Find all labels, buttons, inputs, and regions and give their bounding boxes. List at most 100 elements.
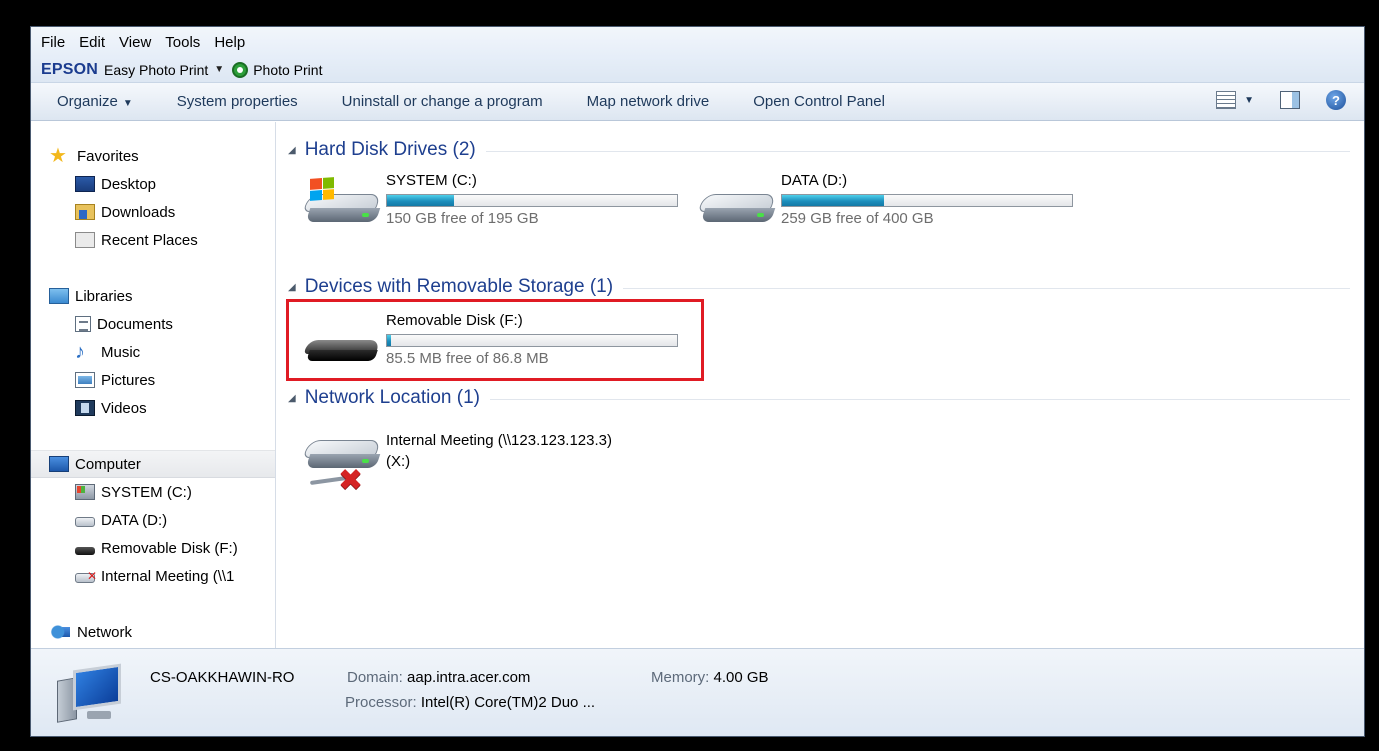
nav-item-label: Internal Meeting (\\1 bbox=[101, 567, 235, 585]
nav-item-label: Removable Disk (F:) bbox=[101, 539, 238, 557]
nav-item-videos[interactable]: Videos bbox=[31, 394, 275, 422]
map-network-drive-button[interactable]: Map network drive bbox=[587, 93, 710, 110]
nav-item-downloads[interactable]: Downloads bbox=[31, 198, 275, 226]
drive-free-space: 150 GB free of 195 GB bbox=[386, 210, 539, 227]
disconnected-network-drive-icon: ✖ bbox=[303, 432, 381, 508]
usage-fill bbox=[387, 195, 454, 206]
collapse-triangle-icon: ◢ bbox=[288, 281, 296, 293]
processor-value: Intel(R) Core(TM)2 Duo ... bbox=[420, 694, 596, 711]
computer-name: CS-OAKKHAWIN-RO bbox=[150, 669, 295, 686]
nav-item-label: Documents bbox=[97, 315, 173, 333]
views-icon bbox=[1216, 91, 1237, 109]
nav-item-recent-places[interactable]: Recent Places bbox=[31, 226, 275, 254]
command-bar: Organize ▼ System properties Uninstall or… bbox=[31, 83, 1364, 121]
open-control-panel-button[interactable]: Open Control Panel bbox=[753, 93, 885, 110]
explorer-window: File Edit View Tools Help EPSON Easy Pho… bbox=[30, 26, 1365, 737]
nav-item-system-c[interactable]: SYSTEM (C:) bbox=[31, 478, 275, 506]
group-title: Devices with Removable Storage (1) bbox=[304, 276, 614, 297]
computer-icon bbox=[49, 456, 69, 472]
drive-system-c[interactable]: SYSTEM (C:) 150 GB free of 195 GB bbox=[303, 172, 694, 240]
network-icon bbox=[49, 624, 71, 640]
group-title: Network Location (1) bbox=[304, 387, 480, 408]
nav-item-label: Downloads bbox=[101, 203, 176, 221]
libraries-icon bbox=[49, 288, 69, 304]
drive-name: Internal Meeting (\\123.123.123.3) bbox=[386, 432, 612, 449]
organize-button[interactable]: Organize ▼ bbox=[57, 93, 133, 110]
preview-pane-icon[interactable] bbox=[1280, 91, 1300, 109]
group-header-hard-disk-drives[interactable]: ◢ Hard Disk Drives (2) bbox=[288, 138, 1350, 162]
content-area: ★ Favorites Desktop Downloads Recent Plac… bbox=[31, 122, 1364, 648]
drive-name: DATA (D:) bbox=[781, 172, 848, 189]
system-drive-icon bbox=[75, 484, 95, 500]
view-controls: ▼ ? bbox=[1216, 90, 1346, 110]
memory-value: 4.00 GB bbox=[713, 669, 769, 686]
nav-favorites[interactable]: ★ Favorites bbox=[31, 142, 275, 170]
star-icon: ★ bbox=[49, 145, 67, 167]
nav-item-music[interactable]: ♪ Music bbox=[31, 338, 275, 366]
nav-favorites-label: Favorites bbox=[77, 147, 139, 165]
nav-item-removable-f[interactable]: Removable Disk (F:) bbox=[31, 534, 275, 562]
change-view-button[interactable]: ▼ bbox=[1216, 91, 1254, 109]
collapse-triangle-icon: ◢ bbox=[288, 392, 296, 404]
nav-network[interactable]: Network bbox=[31, 618, 275, 646]
nav-item-internal-meeting[interactable]: Internal Meeting (\\1 bbox=[31, 562, 275, 590]
organize-label: Organize bbox=[57, 93, 118, 110]
menu-tools[interactable]: Tools bbox=[165, 34, 200, 51]
usage-fill bbox=[782, 195, 884, 206]
nav-libraries-label: Libraries bbox=[75, 287, 133, 305]
chevron-down-icon: ▼ bbox=[1244, 94, 1254, 106]
nav-item-label: Music bbox=[101, 343, 141, 361]
nav-item-data-d[interactable]: DATA (D:) bbox=[31, 506, 275, 534]
drive-name: SYSTEM (C:) bbox=[386, 172, 477, 189]
downloads-icon bbox=[75, 204, 95, 220]
recent-places-icon bbox=[75, 232, 95, 248]
nav-item-label: SYSTEM (C:) bbox=[101, 483, 192, 501]
music-icon: ♪ bbox=[75, 341, 85, 363]
nav-item-documents[interactable]: Documents bbox=[31, 310, 275, 338]
menu-bar: File Edit View Tools Help bbox=[31, 27, 1364, 57]
photo-print-button[interactable]: Photo Print bbox=[253, 62, 322, 78]
uninstall-program-button[interactable]: Uninstall or change a program bbox=[342, 93, 543, 110]
nav-item-label: Videos bbox=[101, 399, 147, 417]
domain-value: aap.intra.acer.com bbox=[407, 669, 531, 686]
nav-item-label: Pictures bbox=[101, 371, 156, 389]
help-icon[interactable]: ? bbox=[1326, 90, 1346, 110]
menu-view[interactable]: View bbox=[119, 34, 151, 51]
nav-item-desktop[interactable]: Desktop bbox=[31, 170, 275, 198]
menu-edit[interactable]: Edit bbox=[79, 34, 105, 51]
highlight-box bbox=[286, 299, 704, 381]
nav-item-label: Desktop bbox=[101, 175, 157, 193]
hard-drive-icon bbox=[698, 172, 776, 232]
memory-info: Memory: 4.00 GB bbox=[651, 669, 769, 686]
chevron-down-icon[interactable]: ▼ bbox=[214, 64, 224, 75]
disconnected-network-drive-icon bbox=[75, 569, 97, 583]
domain-info: Domain: aap.intra.acer.com bbox=[347, 669, 530, 686]
processor-label: Processor: bbox=[345, 694, 417, 711]
main-pane: ◢ Hard Disk Drives (2) SYSTEM (C:) 150 G… bbox=[276, 122, 1364, 648]
drive-data-d[interactable]: DATA (D:) 259 GB free of 400 GB bbox=[698, 172, 1089, 240]
computer-icon bbox=[55, 663, 127, 725]
nav-computer[interactable]: Computer bbox=[31, 450, 275, 478]
easy-photo-print-button[interactable]: Easy Photo Print bbox=[104, 62, 208, 78]
group-header-removable-storage[interactable]: ◢ Devices with Removable Storage (1) bbox=[288, 275, 1350, 299]
system-properties-button[interactable]: System properties bbox=[177, 93, 298, 110]
drive-free-space: 259 GB free of 400 GB bbox=[781, 210, 934, 227]
removable-disk-icon bbox=[75, 547, 95, 555]
nav-item-label: Recent Places bbox=[101, 231, 198, 249]
drive-internal-meeting[interactable]: ✖ Internal Meeting (\\123.123.123.3) (X:… bbox=[303, 432, 694, 512]
screenshot-frame: File Edit View Tools Help EPSON Easy Pho… bbox=[0, 0, 1379, 751]
menu-help[interactable]: Help bbox=[214, 34, 245, 51]
domain-label: Domain: bbox=[347, 669, 403, 686]
group-header-network-location[interactable]: ◢ Network Location (1) bbox=[288, 386, 1350, 410]
documents-icon bbox=[75, 316, 91, 332]
system-drive-icon bbox=[303, 172, 381, 232]
desktop-icon bbox=[75, 176, 95, 192]
nav-item-pictures[interactable]: Pictures bbox=[31, 366, 275, 394]
divider bbox=[490, 398, 1350, 400]
menu-file[interactable]: File bbox=[41, 34, 65, 51]
hard-drive-icon bbox=[75, 517, 95, 527]
nav-libraries[interactable]: Libraries bbox=[31, 282, 275, 310]
divider bbox=[623, 287, 1350, 289]
